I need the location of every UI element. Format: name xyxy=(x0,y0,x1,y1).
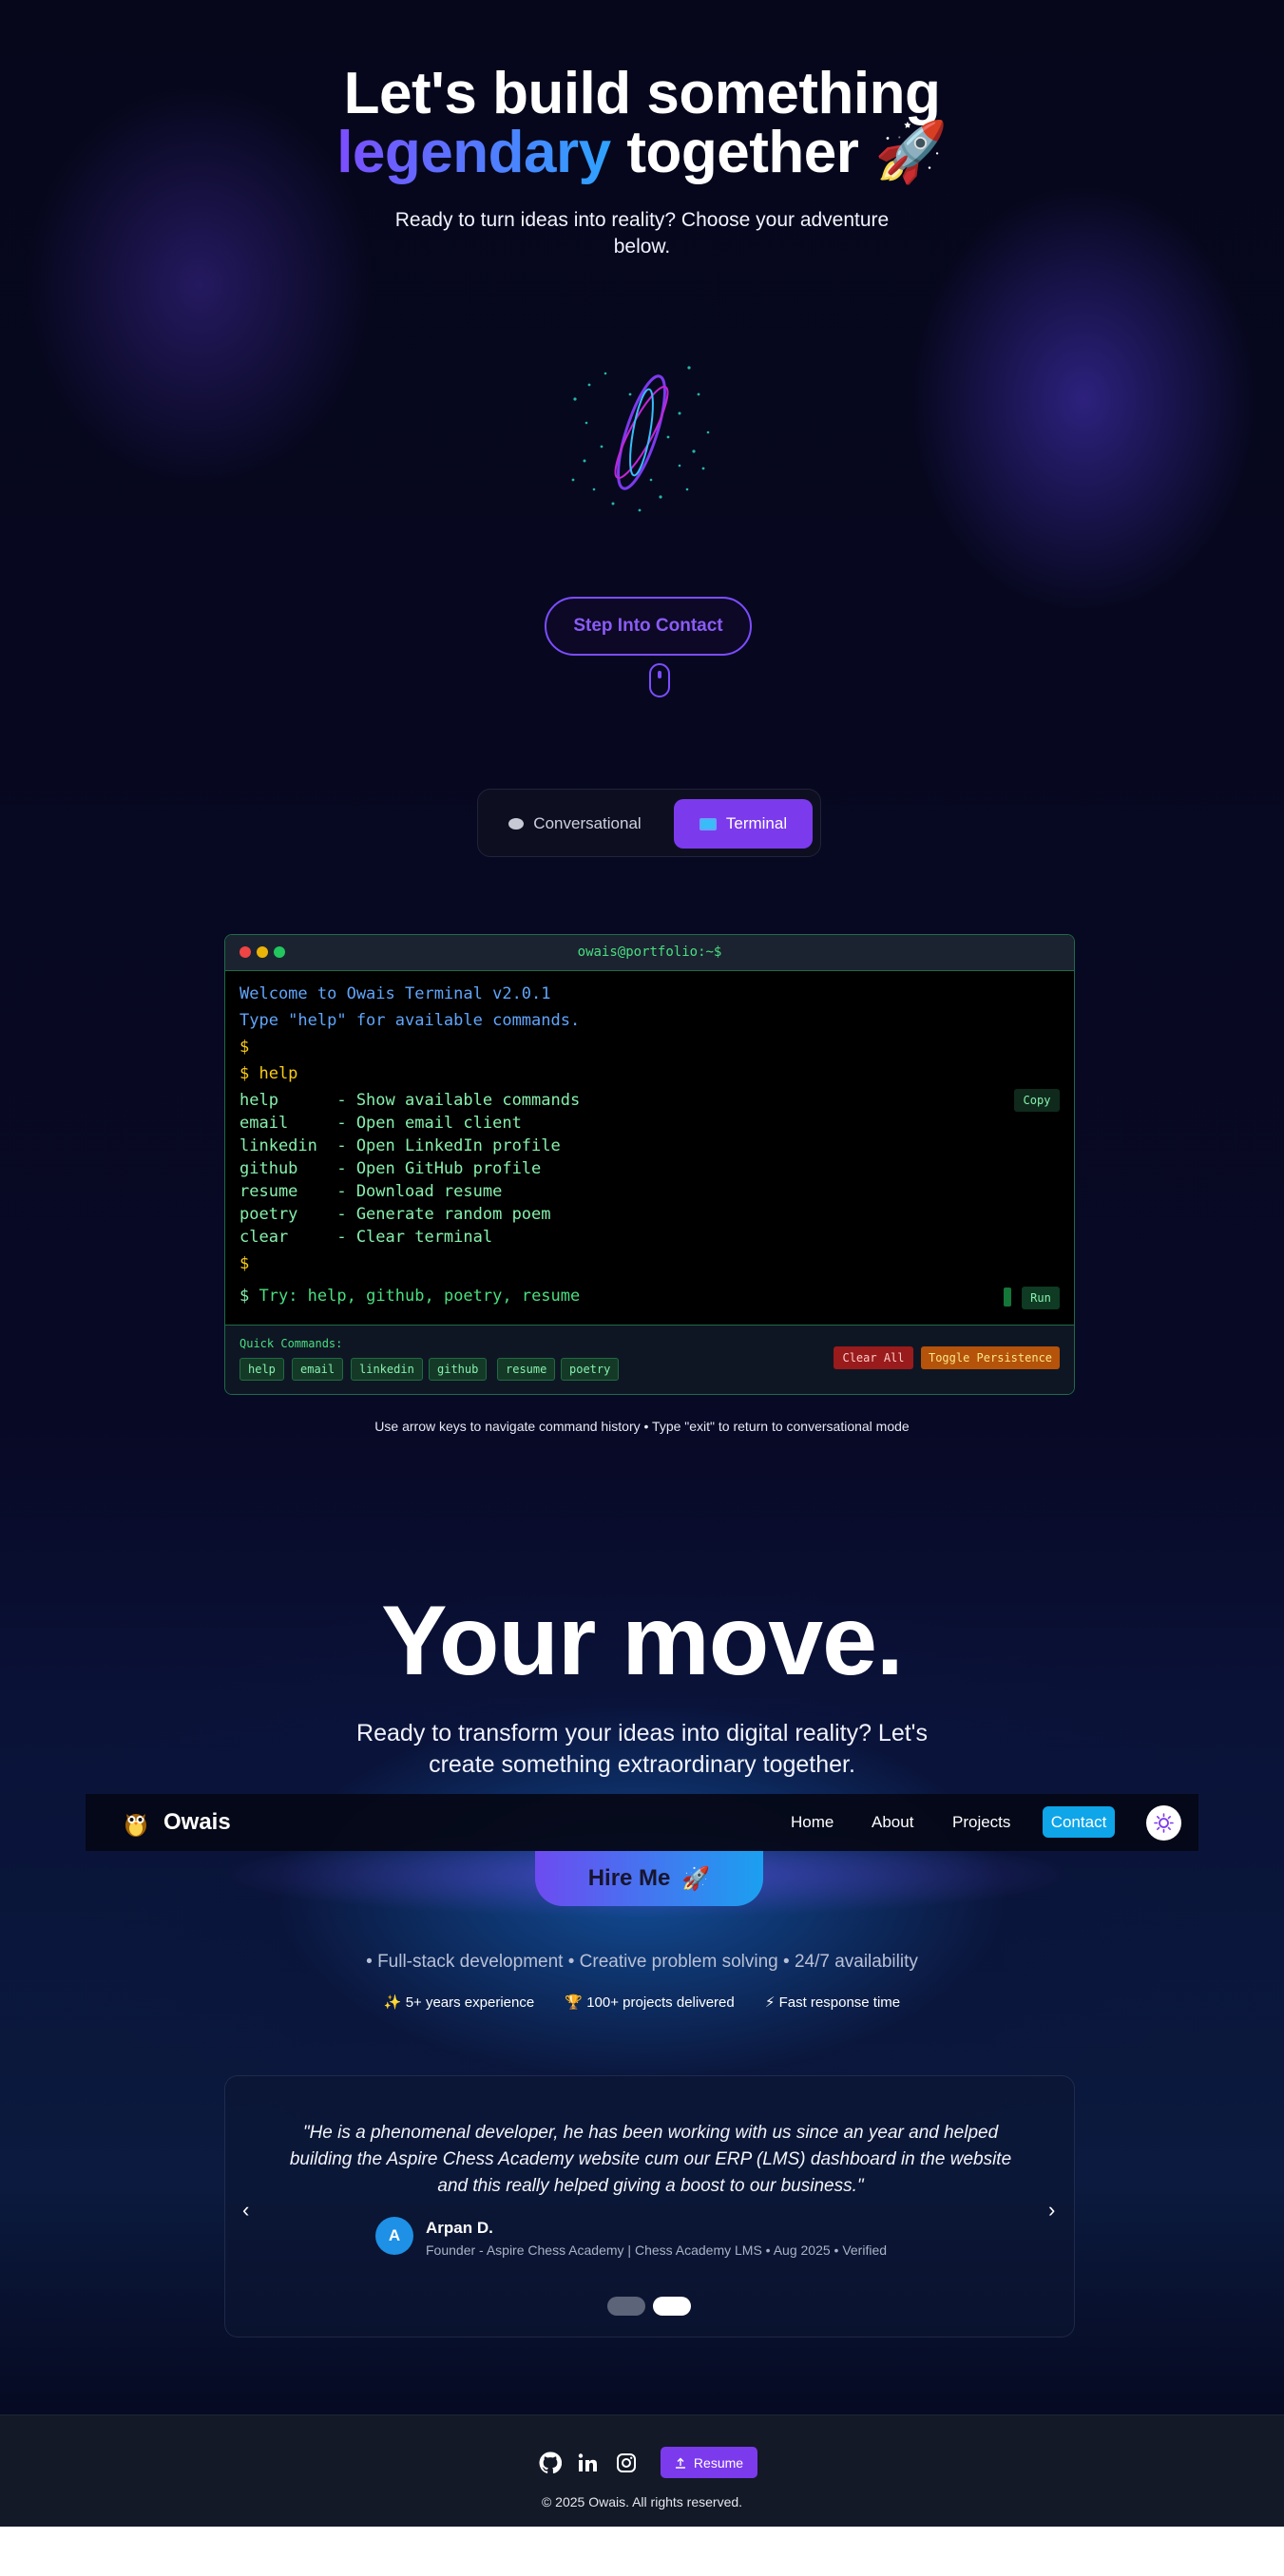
resume-label: Resume xyxy=(693,2454,744,2471)
terminal-input[interactable]: $ Try: help, github, poetry, resume xyxy=(240,1287,580,1306)
badge-experience: ✨ 5+ years experience xyxy=(383,1994,535,2011)
cta-title: Your move. xyxy=(381,1586,904,1696)
terminal-line: github - Open GitHub profile xyxy=(240,1159,542,1178)
terminal-window: owais@portfolio:~$ Welcome to Owais Term… xyxy=(224,934,1075,1395)
quick-command-resume[interactable]: resume xyxy=(497,1358,556,1381)
terminal-hint: Use arrow keys to navigate command histo… xyxy=(374,1419,910,1434)
hero-title-line1: Let's build something xyxy=(343,61,941,126)
carousel-dot-active[interactable] xyxy=(653,2297,691,2316)
terminal-tab-label: Terminal xyxy=(725,814,788,832)
terminal-line: resume - Download resume xyxy=(240,1182,503,1201)
hire-me-label: Hire Me xyxy=(587,1865,671,1891)
hero-title-highlight: legendary xyxy=(336,120,611,185)
nav-link-projects[interactable]: Projects xyxy=(952,1813,1010,1832)
footer: Resume © 2025 Owais. All rights reserved… xyxy=(0,2414,1284,2528)
hero-subtitle: Ready to turn ideas into reality? Choose… xyxy=(394,209,890,258)
hero-title: Let's build something legendary together… xyxy=(0,65,1284,182)
step-into-contact-button[interactable]: Step Into Contact xyxy=(545,597,752,656)
quick-command-help[interactable]: help xyxy=(240,1358,284,1381)
toggle-persistence-button[interactable]: Toggle Persistence xyxy=(921,1346,1060,1369)
terminal-line: poetry - Generate random poem xyxy=(240,1205,551,1224)
rocket-icon: 🚀 xyxy=(681,1865,711,1892)
terminal-line: $ xyxy=(240,1254,250,1273)
author-role: Founder - Aspire Chess Academy | Chess A… xyxy=(426,2242,888,2258)
terminal-line: Welcome to Owais Terminal v2.0.1 xyxy=(240,984,551,1003)
mode-toggle: Conversational Terminal xyxy=(477,789,821,857)
terminal-footer: Quick Commands: help email linkedin gith… xyxy=(225,1325,1074,1394)
terminal-line: $ xyxy=(240,1038,250,1057)
carousel-dot[interactable] xyxy=(607,2297,645,2316)
terminal-line: email - Open email client xyxy=(240,1114,522,1133)
upload-icon xyxy=(675,2457,685,2469)
terminal-cursor xyxy=(1004,1288,1011,1307)
terminal-line: help - Show available commands xyxy=(240,1091,581,1110)
author-name: Arpan D. xyxy=(426,2219,493,2237)
speech-bubble-icon xyxy=(508,818,525,830)
navbar: Owais Home About Projects Contact xyxy=(86,1794,1198,1851)
linkedin-icon[interactable] xyxy=(577,2452,600,2474)
avatar: A xyxy=(375,2217,413,2255)
nav-link-home[interactable]: Home xyxy=(791,1813,834,1832)
terminal-input-placeholder: Try: help, github, poetry, resume xyxy=(259,1287,581,1306)
nav-link-contact[interactable]: Contact xyxy=(1043,1806,1115,1838)
cta-subtitle: Ready to transform your ideas into digit… xyxy=(356,1720,928,1778)
instagram-icon[interactable] xyxy=(615,2452,638,2474)
quick-command-linkedin[interactable]: linkedin xyxy=(351,1358,423,1381)
terminal-tab[interactable]: Terminal xyxy=(674,799,813,849)
prompt-symbol: $ xyxy=(240,1287,250,1306)
page-bottom-edge xyxy=(0,2527,1284,2576)
copyright: © 2025 Owais. All rights reserved. xyxy=(541,2494,743,2509)
badge-projects: 🏆 100+ projects delivered xyxy=(565,1994,735,2011)
testimonial-card: "He is a phenomenal developer, he has be… xyxy=(224,2075,1075,2337)
quick-command-email[interactable]: email xyxy=(292,1358,344,1381)
sun-icon xyxy=(1154,1813,1174,1833)
theme-toggle-button[interactable] xyxy=(1146,1805,1181,1841)
clear-all-button[interactable]: Clear All xyxy=(834,1346,913,1369)
nav-link-about[interactable]: About xyxy=(872,1813,913,1832)
quick-command-poetry[interactable]: poetry xyxy=(561,1358,620,1381)
owl-logo-icon xyxy=(125,1814,146,1837)
features-line: • Full-stack development • Creative prob… xyxy=(366,1952,918,1972)
copy-button[interactable]: Copy xyxy=(1014,1089,1060,1112)
github-icon[interactable] xyxy=(539,2452,562,2474)
next-arrow-icon[interactable]: › xyxy=(1048,2198,1055,2223)
resume-button[interactable]: Resume xyxy=(661,2447,757,2478)
laptop-icon xyxy=(699,817,717,830)
rocket-icon: 🚀 xyxy=(874,120,948,185)
prev-arrow-icon[interactable]: ‹ xyxy=(242,2198,249,2223)
scroll-indicator-icon xyxy=(649,663,670,697)
terminal-titlebar: owais@portfolio:~$ xyxy=(225,935,1074,971)
terminal-line: clear - Clear terminal xyxy=(240,1228,493,1247)
terminal-line: Type "help" for available commands. xyxy=(240,1011,581,1030)
testimonial-quote: "He is a phenomenal developer, he has be… xyxy=(289,2123,1012,2196)
quick-commands-label: Quick Commands: xyxy=(240,1337,343,1350)
stats-badges: ✨ 5+ years experience 🏆 100+ projects de… xyxy=(0,1994,1284,2011)
run-button[interactable]: Run xyxy=(1022,1287,1060,1309)
conversational-tab[interactable]: Conversational xyxy=(495,799,655,849)
terminal-line: linkedin - Open LinkedIn profile xyxy=(240,1136,561,1155)
quick-command-github[interactable]: github xyxy=(429,1358,488,1381)
hire-me-button[interactable]: Hire Me 🚀 xyxy=(535,1851,763,1906)
terminal-line: $ help xyxy=(240,1064,298,1083)
hero-title-rest: together xyxy=(626,120,859,185)
badge-response: ⚡ Fast response time xyxy=(764,1994,901,2011)
conversational-tab-label: Conversational xyxy=(533,814,642,832)
orbit-animation-icon xyxy=(571,366,710,512)
brand-name[interactable]: Owais xyxy=(163,1809,231,1836)
terminal-title: owais@portfolio:~$ xyxy=(577,945,722,960)
